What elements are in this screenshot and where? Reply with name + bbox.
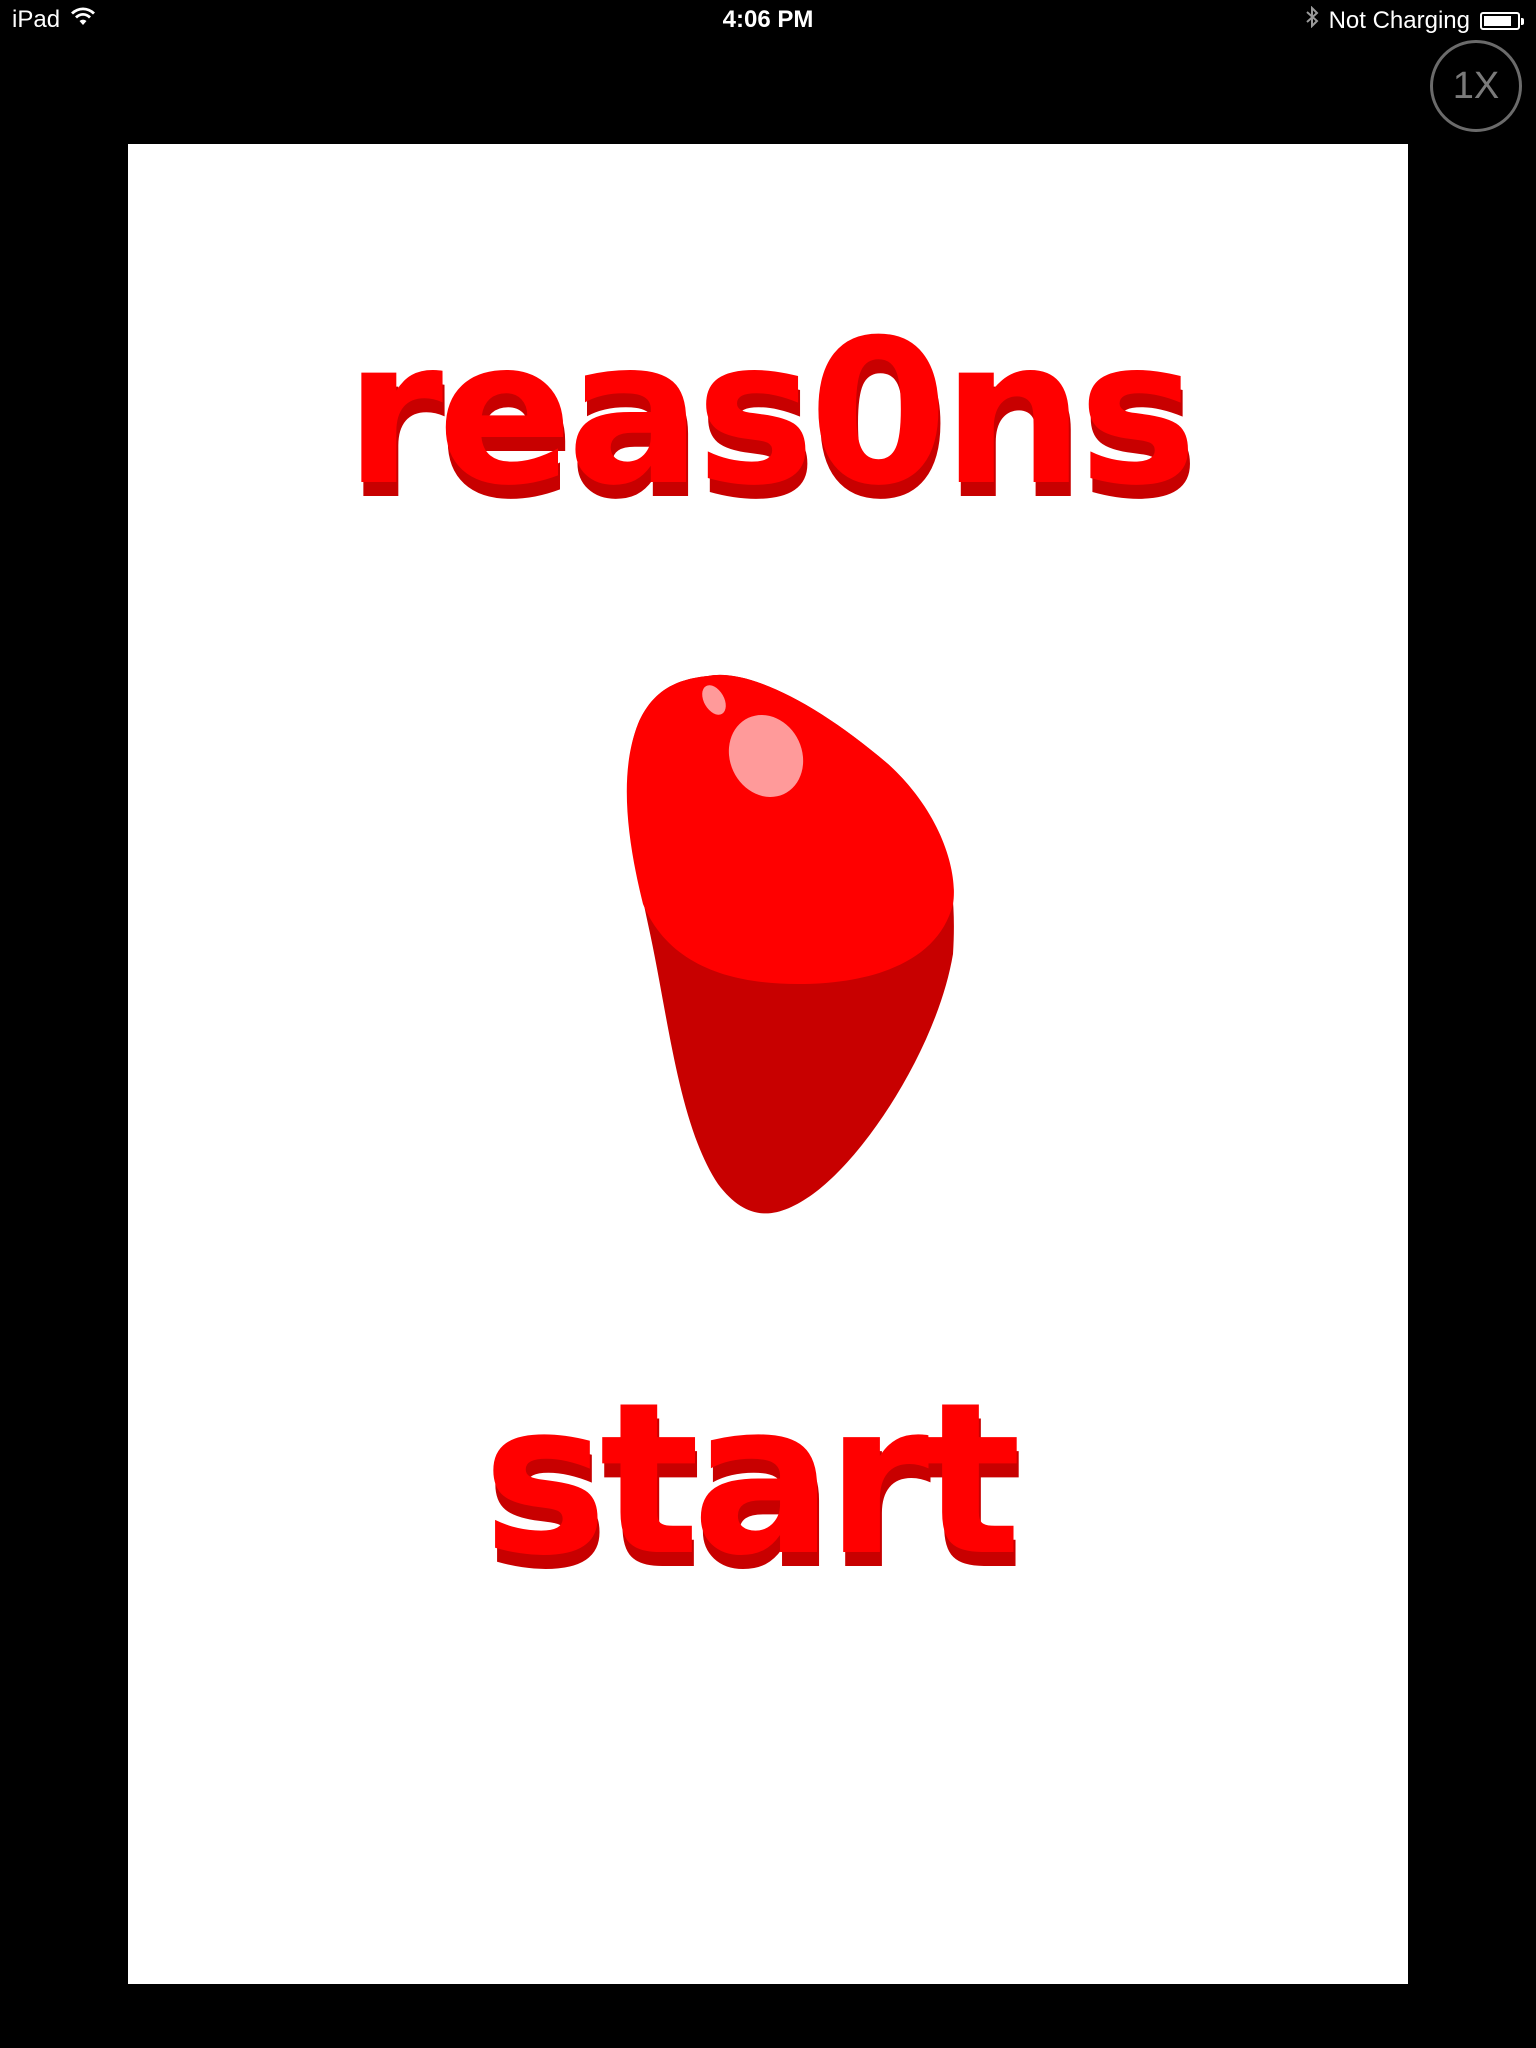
bluetooth-icon — [1305, 5, 1319, 35]
red-blob-graphic — [626, 674, 954, 1214]
start-button[interactable]: start start — [448, 1374, 1108, 1594]
screen: iPad 4:06 PM Not Charging 1X reas0ns rea… — [0, 0, 1536, 2048]
title-text: reas0ns — [345, 324, 1192, 524]
battery-fill — [1484, 15, 1511, 26]
app-canvas: reas0ns reas0ns start start — [128, 144, 1408, 1984]
blob-body — [626, 674, 954, 984]
battery-icon — [1480, 11, 1524, 30]
zoom-button-label: 1X — [1452, 64, 1500, 107]
battery-tip — [1521, 17, 1524, 25]
charging-status: Not Charging — [1328, 6, 1470, 34]
status-right: Not Charging — [1305, 5, 1524, 35]
start-label: start — [482, 1374, 1017, 1594]
game-title-logo: reas0ns reas0ns — [345, 324, 1200, 524]
status-bar: iPad 4:06 PM Not Charging — [0, 0, 1536, 40]
zoom-button[interactable]: 1X — [1430, 40, 1522, 132]
